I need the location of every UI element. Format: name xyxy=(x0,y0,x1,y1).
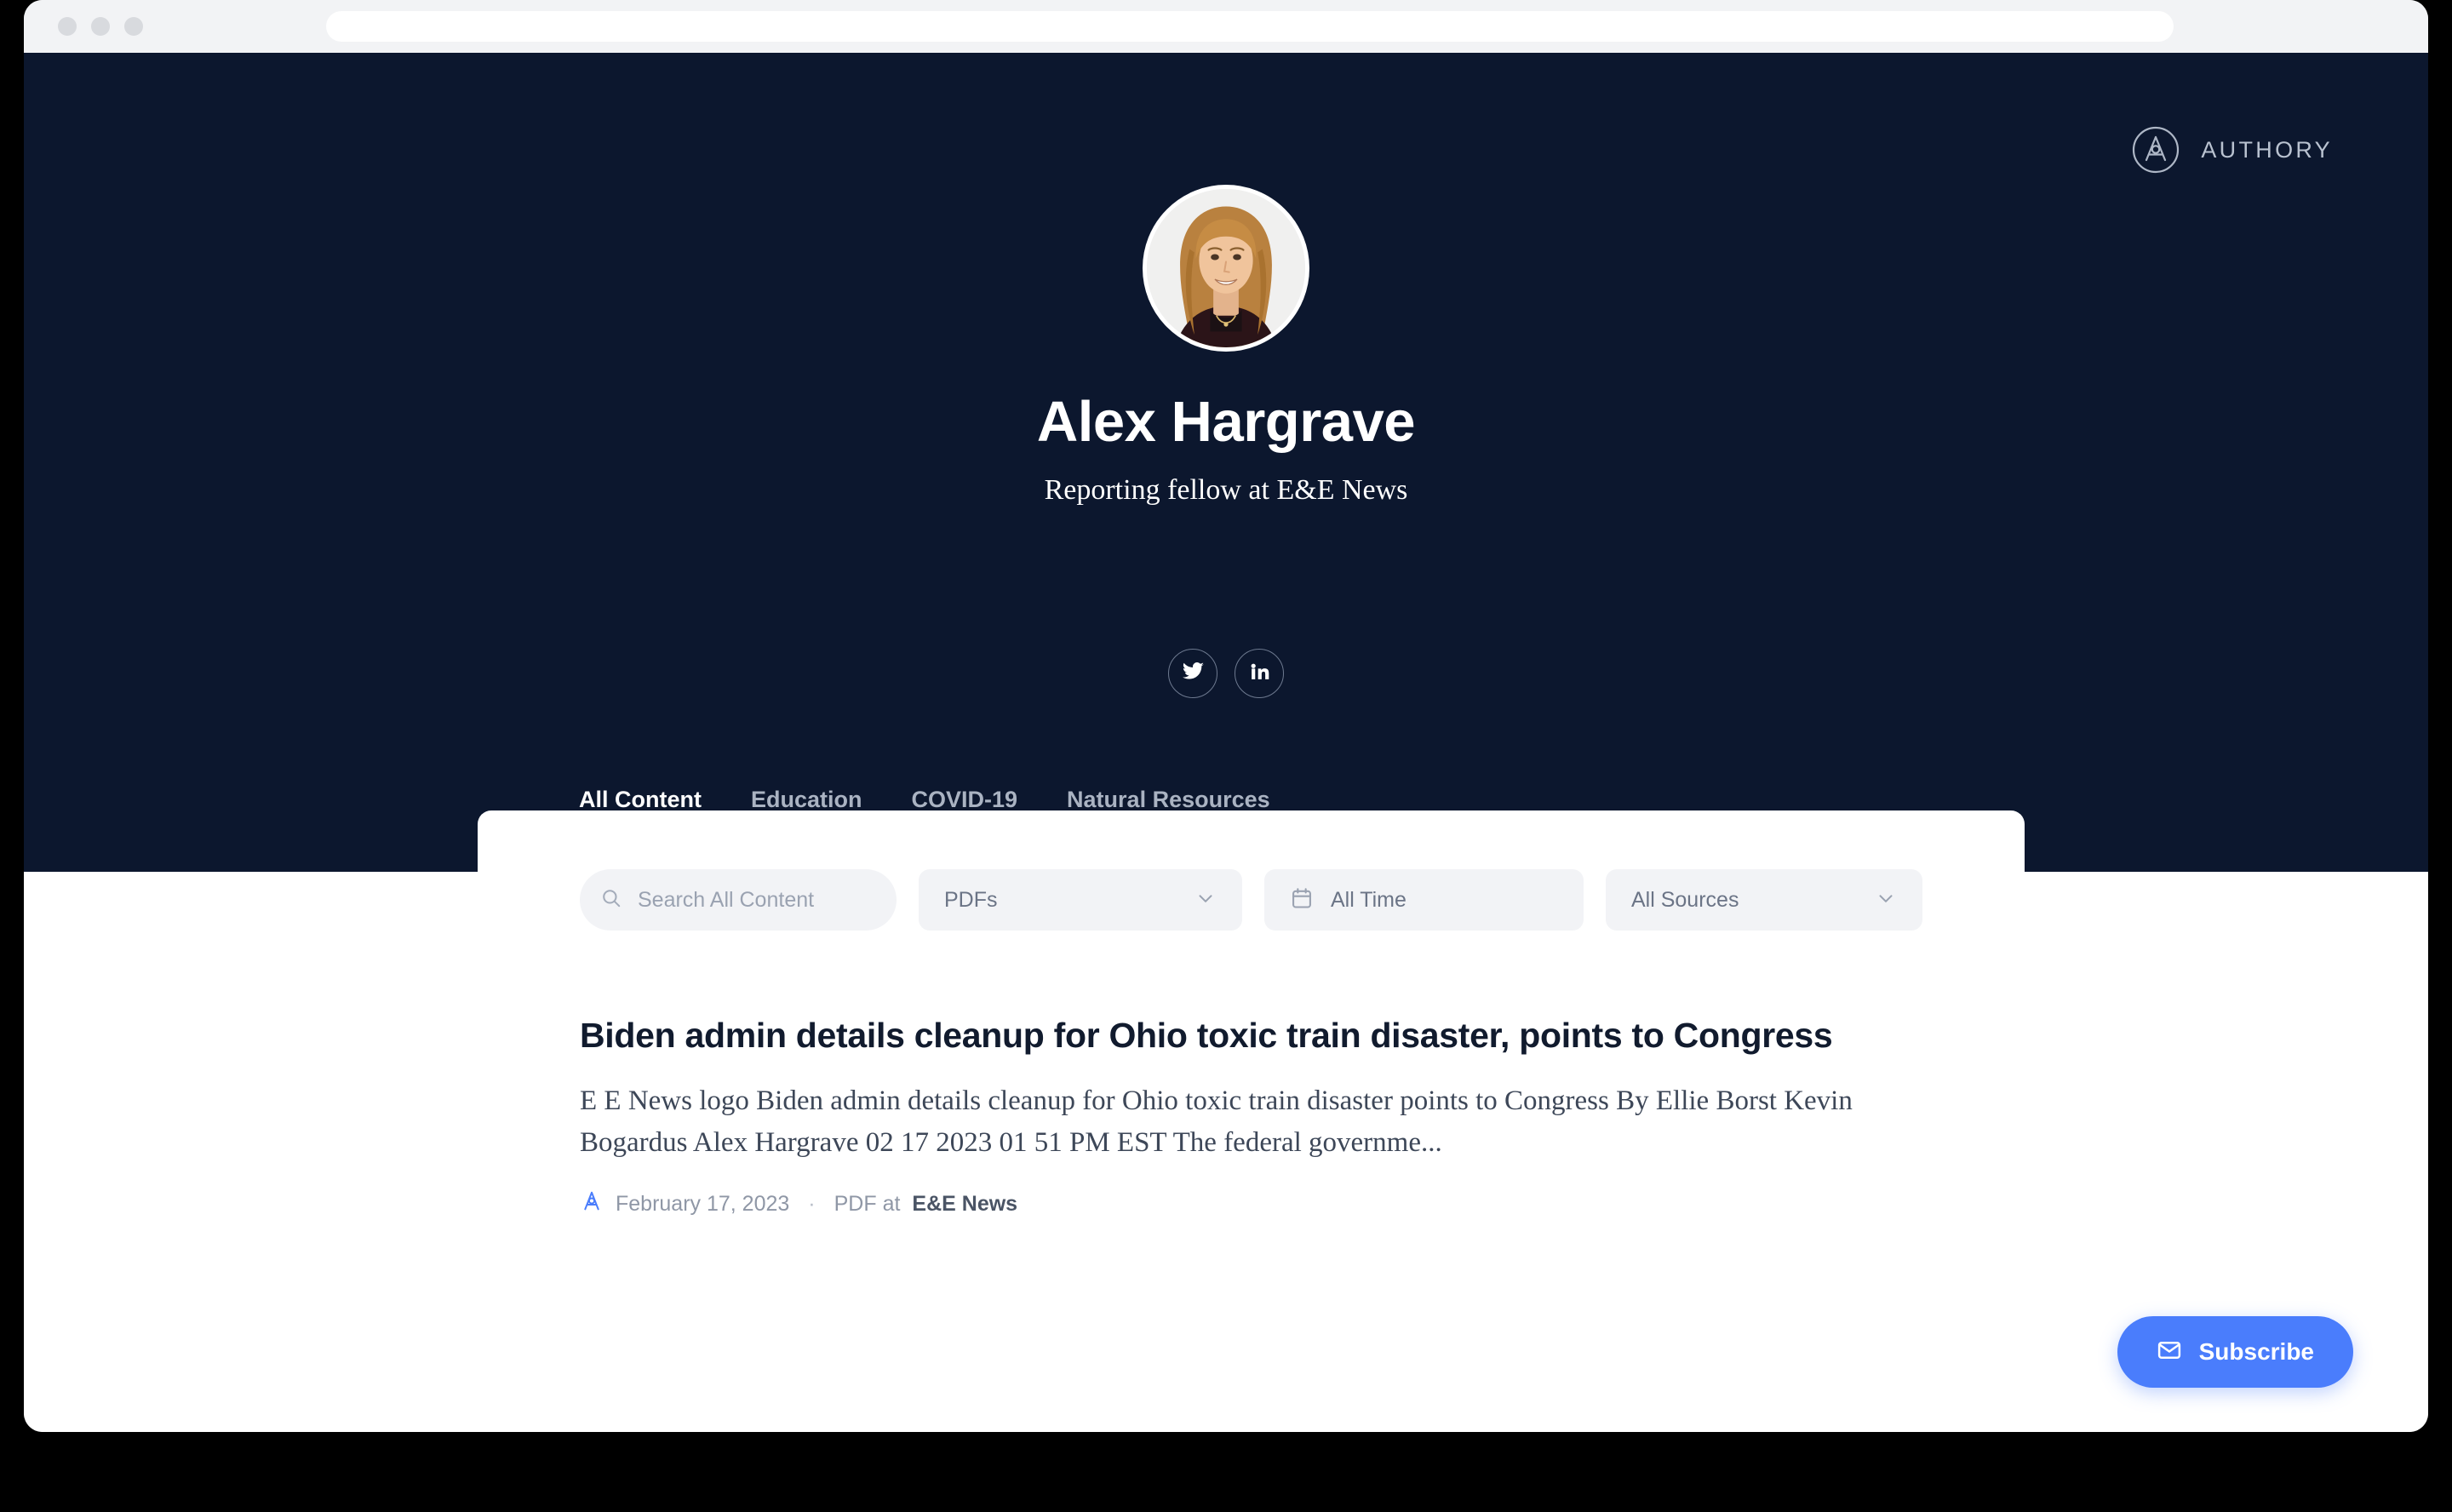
authory-a-icon xyxy=(580,1189,604,1219)
article-date: February 17, 2023 xyxy=(616,1191,790,1216)
linkedin-link[interactable] xyxy=(1235,649,1284,698)
authory-brand-name: AUTHORY xyxy=(2201,136,2333,163)
authory-a-circle-icon xyxy=(2131,125,2180,175)
subscribe-label: Subscribe xyxy=(2198,1338,2314,1365)
sources-filter-value: All Sources xyxy=(1631,887,1739,912)
content-type-filter[interactable]: PDFs xyxy=(919,869,1242,931)
tab-label: All Content xyxy=(579,787,702,812)
tab-label: COVID-19 xyxy=(911,787,1018,812)
search-icon xyxy=(600,887,622,914)
article-excerpt: E E News logo Biden admin details cleanu… xyxy=(580,1085,1853,1158)
twitter-link[interactable] xyxy=(1168,649,1217,698)
tab-label: Education xyxy=(750,787,862,812)
article-title[interactable]: Biden admin details cleanup for Ohio tox… xyxy=(580,1013,1908,1057)
tab-label: Natural Resources xyxy=(1067,787,1270,812)
search-placeholder: Search All Content xyxy=(638,887,815,912)
date-range-filter-value: All Time xyxy=(1331,887,1406,912)
filter-bar: Search All Content PDFs All Time All Sou… xyxy=(580,869,1922,931)
avatar xyxy=(1143,185,1309,352)
authory-brand[interactable]: AUTHORY xyxy=(2131,125,2333,175)
profile-hero-header: AUTHORY Alex Hargrave Reporting fellow a… xyxy=(24,53,2428,872)
social-links xyxy=(1168,649,1284,698)
mail-icon xyxy=(2157,1337,2182,1367)
search-input[interactable]: Search All Content xyxy=(580,869,897,931)
linkedin-icon xyxy=(1249,661,1270,686)
list-item: Biden admin details cleanup for Ohio tox… xyxy=(580,1013,1908,1219)
content-type-filter-value: PDFs xyxy=(944,887,998,912)
article-source[interactable]: E&E News xyxy=(912,1192,1017,1217)
address-bar[interactable] xyxy=(326,11,2174,42)
page-title: Alex Hargrave xyxy=(1036,390,1416,454)
profile-tagline: Reporting fellow at E&E News xyxy=(1044,474,1408,506)
calendar-icon xyxy=(1290,886,1314,914)
meta-separator: · xyxy=(808,1191,816,1216)
window-traffic-lights xyxy=(58,17,143,36)
close-window-button[interactable] xyxy=(58,17,77,36)
chevron-down-icon xyxy=(1841,887,1897,914)
sources-filter[interactable]: All Sources xyxy=(1606,869,1922,931)
chevron-down-icon xyxy=(1160,887,1217,914)
article-meta: February 17, 2023 · PDF at E&E News xyxy=(580,1189,1908,1219)
minimize-window-button[interactable] xyxy=(91,17,110,36)
content-card-top xyxy=(478,810,2025,879)
twitter-icon xyxy=(1182,660,1205,687)
browser-chrome xyxy=(24,0,2428,53)
date-range-filter[interactable]: All Time xyxy=(1264,869,1584,931)
browser-window: AUTHORY Alex Hargrave Reporting fellow a… xyxy=(24,0,2428,1432)
maximize-window-button[interactable] xyxy=(124,17,143,36)
article-format: PDF at xyxy=(834,1191,901,1216)
subscribe-button[interactable]: Subscribe xyxy=(2117,1316,2353,1388)
